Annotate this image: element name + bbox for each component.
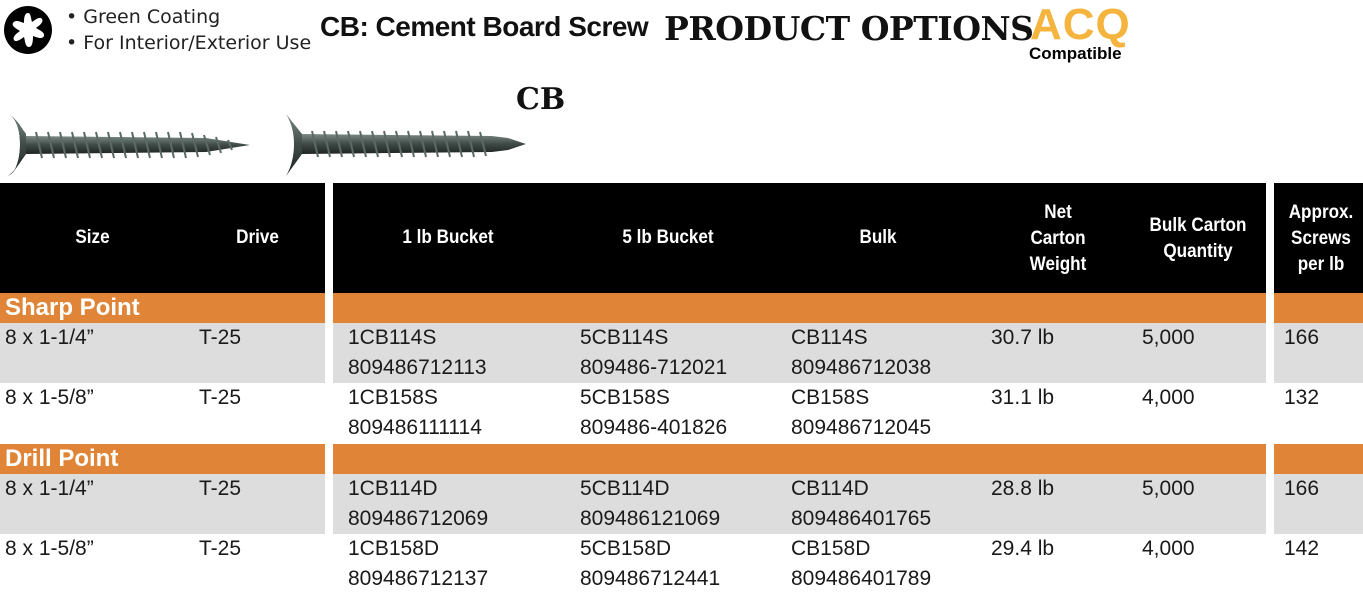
cell-drive: T-25 <box>199 386 242 409</box>
cell-5lb-upc: 809486-712021 <box>580 356 728 379</box>
col-header-bulk-carton-quantity: Bulk Carton Quantity <box>1149 215 1247 262</box>
feature-green-coating: • Green Coating <box>66 6 221 28</box>
cell-1lb-code: 1CB114S <box>348 326 437 349</box>
col-header-drive: Drive <box>236 227 279 248</box>
cell-drive: T-25 <box>199 326 242 349</box>
cell-1lb-upc: 809486712069 <box>348 507 489 530</box>
product-title: CB: Cement Board Screw <box>320 11 649 42</box>
cell-1lb-code: 1CB158D <box>348 537 440 560</box>
cell-bulk-code: CB114S <box>791 326 868 349</box>
cell-per-lb: 166 <box>1284 326 1320 349</box>
col-header-net-carton-weight: Net Carton Weight <box>1029 202 1087 275</box>
feature-interior-exterior: • For Interior/Exterior Use <box>66 32 312 54</box>
section-band-sharp-point: Sharp Point <box>0 293 1363 323</box>
drill-point-screw-icon <box>286 114 526 176</box>
product-options-heading: PRODUCT OPTIONS <box>664 9 1034 48</box>
sharp-point-screw-icon <box>8 114 250 176</box>
cell-drive: T-25 <box>199 537 242 560</box>
column-divider <box>325 183 333 596</box>
torx-drive-icon <box>4 6 52 54</box>
cell-quantity: 4,000 <box>1142 386 1195 409</box>
table-row: 8 x 1-5/8” T-25 1CB158S 809486111114 5CB… <box>0 383 1363 443</box>
table-row: 8 x 1-1/4” T-25 1CB114D 809486712069 5CB… <box>0 474 1363 534</box>
cell-per-lb: 166 <box>1284 477 1320 500</box>
table-header-left: Size Drive <box>0 183 325 293</box>
cell-weight: 28.8 lb <box>991 477 1055 500</box>
cell-size: 8 x 1-5/8” <box>5 537 94 560</box>
cell-5lb-code: 5CB158S <box>580 386 670 409</box>
cell-5lb-upc: 809486-401826 <box>580 416 728 439</box>
cell-bulk-code: CB158D <box>791 537 871 560</box>
cell-bulk-upc: 809486401765 <box>791 507 932 530</box>
cell-per-lb: 142 <box>1284 537 1320 560</box>
cell-1lb-upc: 809486111114 <box>348 416 482 439</box>
col-header-5lb-bucket: 5 lb Bucket <box>622 227 714 248</box>
cell-drive: T-25 <box>199 477 242 500</box>
cell-1lb-upc: 809486712137 <box>348 567 489 590</box>
cell-1lb-code: 1CB114D <box>348 477 438 500</box>
cell-bulk-upc: 809486712045 <box>791 416 932 439</box>
table-header-middle: 1 lb Bucket 5 lb Bucket Bulk Net Carton … <box>333 183 1266 293</box>
table-row: 8 x 1-1/4” T-25 1CB114S 809486712113 5CB… <box>0 323 1363 383</box>
product-options-table: Size Drive 1 lb Bucket 5 lb Bucket Bulk … <box>0 183 1363 596</box>
col-header-1lb-bucket: 1 lb Bucket <box>402 227 494 248</box>
cell-weight: 31.1 lb <box>991 386 1055 409</box>
cell-bulk-code: CB114D <box>791 477 869 500</box>
acq-compatible-label: Compatible <box>1029 44 1122 63</box>
col-header-screws-per-lb: Approx. Screws per lb <box>1288 202 1354 275</box>
cell-bulk-code: CB158S <box>791 386 870 409</box>
table-header-right: Approx. Screws per lb <box>1274 183 1363 293</box>
section-band-drill-point: Drill Point <box>0 444 1363 474</box>
cell-5lb-upc: 809486121069 <box>580 507 721 530</box>
acq-logo: ACQ <box>1030 0 1131 49</box>
column-divider <box>1266 183 1274 596</box>
cell-per-lb: 132 <box>1284 386 1320 409</box>
cell-weight: 29.4 lb <box>991 537 1055 560</box>
cell-size: 8 x 1-5/8” <box>5 386 94 409</box>
cell-quantity: 4,000 <box>1142 537 1195 560</box>
section-title: Drill Point <box>5 445 119 472</box>
col-header-bulk: Bulk <box>859 227 897 248</box>
cell-5lb-upc: 809486712441 <box>580 567 721 590</box>
cell-bulk-upc: 809486401789 <box>791 567 932 590</box>
cell-5lb-code: 5CB114S <box>580 326 669 349</box>
cell-size: 8 x 1-1/4” <box>5 477 94 500</box>
cell-weight: 30.7 lb <box>991 326 1055 349</box>
section-title: Sharp Point <box>5 294 140 321</box>
cell-1lb-code: 1CB158S <box>348 386 438 409</box>
cell-bulk-upc: 809486712038 <box>791 356 932 379</box>
col-header-size: Size <box>75 227 110 248</box>
cell-quantity: 5,000 <box>1142 326 1195 349</box>
cell-1lb-upc: 809486712113 <box>348 356 487 379</box>
cell-5lb-code: 5CB158D <box>580 537 672 560</box>
cell-size: 8 x 1-1/4” <box>5 326 94 349</box>
cell-quantity: 5,000 <box>1142 477 1195 500</box>
table-row: 8 x 1-5/8” T-25 1CB158D 809486712137 5CB… <box>0 534 1363 594</box>
cell-5lb-code: 5CB114D <box>580 477 670 500</box>
